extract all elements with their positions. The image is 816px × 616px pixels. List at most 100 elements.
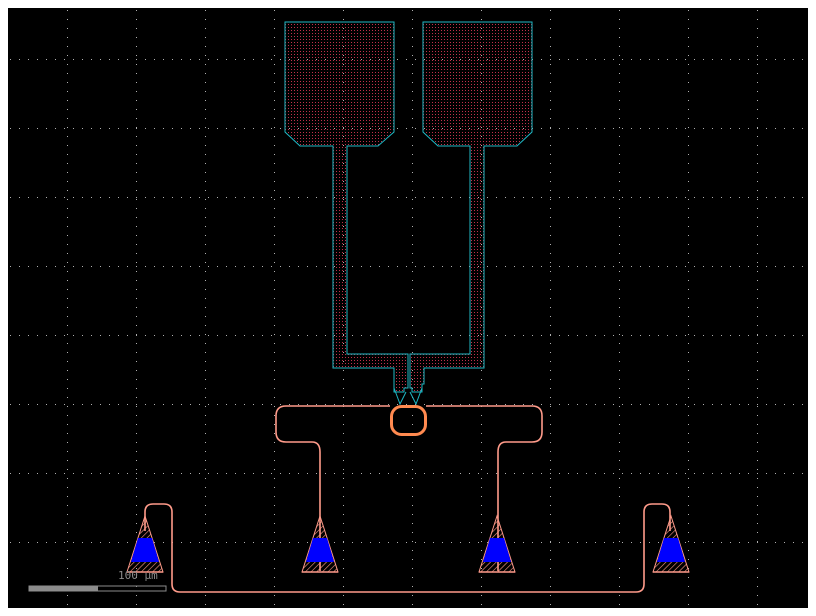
grid-dot xyxy=(730,404,731,405)
grid-dot xyxy=(481,469,482,470)
grid-dot xyxy=(619,496,620,497)
grid-dot xyxy=(688,172,689,173)
grid-dot xyxy=(205,334,206,335)
grid-dot xyxy=(67,487,68,488)
layout-canvas[interactable]: 100 µm xyxy=(0,0,816,616)
grid-dot xyxy=(619,109,620,110)
grid-dot xyxy=(136,352,137,353)
grid-dot xyxy=(505,335,506,336)
grid-dot xyxy=(721,542,722,543)
grid-dot xyxy=(622,335,623,336)
grid-dot xyxy=(550,514,551,515)
grid-dot xyxy=(412,469,413,470)
grid-dot xyxy=(271,59,272,60)
grid-dot xyxy=(712,473,713,474)
grid-dot xyxy=(550,109,551,110)
grid-dot xyxy=(67,496,68,497)
grid-dot xyxy=(784,266,785,267)
grid-dot xyxy=(205,352,206,353)
grid-dot xyxy=(703,404,704,405)
grid-dot xyxy=(775,473,776,474)
grid-dot xyxy=(343,577,344,578)
grid-dot xyxy=(550,289,551,290)
grid-dot xyxy=(793,197,794,198)
grid-dot xyxy=(274,289,275,290)
grid-dot xyxy=(67,55,68,56)
grid-dot xyxy=(205,469,206,470)
grid-dot xyxy=(379,542,380,543)
grid-dot xyxy=(412,145,413,146)
grid-dot xyxy=(550,397,551,398)
grid-dot xyxy=(757,568,758,569)
grid-dot xyxy=(688,199,689,200)
grid-dot xyxy=(688,559,689,560)
grid-dot xyxy=(289,404,290,405)
grid-dot xyxy=(523,404,524,405)
grid-dot xyxy=(748,266,749,267)
grid-dot xyxy=(688,10,689,11)
grid-dot xyxy=(586,335,587,336)
grid-dot xyxy=(586,266,587,267)
grid-dot xyxy=(613,404,614,405)
grid-dot xyxy=(136,523,137,524)
grid-dot xyxy=(274,433,275,434)
grid-dot xyxy=(244,335,245,336)
grid-dot xyxy=(442,473,443,474)
grid-dot xyxy=(205,523,206,524)
grid-dot xyxy=(73,473,74,474)
grid-dot xyxy=(568,128,569,129)
grid-dot xyxy=(688,280,689,281)
grid-dot xyxy=(205,118,206,119)
grid-dot xyxy=(757,190,758,191)
grid-dot xyxy=(412,244,413,245)
grid-dot xyxy=(343,404,344,405)
grid-dot xyxy=(136,451,137,452)
grid-dot xyxy=(100,335,101,336)
grid-dot xyxy=(19,335,20,336)
grid-dot xyxy=(622,404,623,405)
grid-dot xyxy=(412,271,413,272)
grid-dot xyxy=(343,397,344,398)
grid-dot xyxy=(433,197,434,198)
grid-dot xyxy=(274,262,275,263)
grid-dot xyxy=(37,197,38,198)
grid-dot xyxy=(271,473,272,474)
grid-dot xyxy=(619,379,620,380)
grid-dot xyxy=(262,128,263,129)
grid-dot xyxy=(91,128,92,129)
grid-dot xyxy=(67,37,68,38)
grid-dot xyxy=(568,542,569,543)
grid-dot xyxy=(118,542,119,543)
grid-dot xyxy=(190,404,191,405)
grid-dot xyxy=(550,361,551,362)
grid-dot xyxy=(451,266,452,267)
grid-dot xyxy=(55,59,56,60)
grid-dot xyxy=(514,542,515,543)
grid-dot xyxy=(370,404,371,405)
grid-dot xyxy=(757,197,758,198)
grid-dot xyxy=(550,595,551,596)
grid-dot xyxy=(481,514,482,515)
grid-dot xyxy=(136,136,137,137)
grid-dot xyxy=(757,163,758,164)
grid-dot xyxy=(550,542,551,543)
grid-dot xyxy=(550,55,551,56)
grid-dot xyxy=(703,197,704,198)
grid-dot xyxy=(757,586,758,587)
grid-dot xyxy=(412,46,413,47)
grid-dot xyxy=(55,266,56,267)
grid-dot xyxy=(685,197,686,198)
grid-dot xyxy=(136,208,137,209)
grid-dot xyxy=(496,404,497,405)
grid-dot xyxy=(802,404,803,405)
grid-dot xyxy=(619,199,620,200)
grid-dot xyxy=(586,404,587,405)
grid-dot xyxy=(262,473,263,474)
grid-dot xyxy=(748,197,749,198)
grid-dot xyxy=(205,28,206,29)
grid-dot xyxy=(205,478,206,479)
grid-dot xyxy=(775,404,776,405)
grid-dot xyxy=(136,28,137,29)
grid-dot xyxy=(205,46,206,47)
grid-dot xyxy=(481,478,482,479)
